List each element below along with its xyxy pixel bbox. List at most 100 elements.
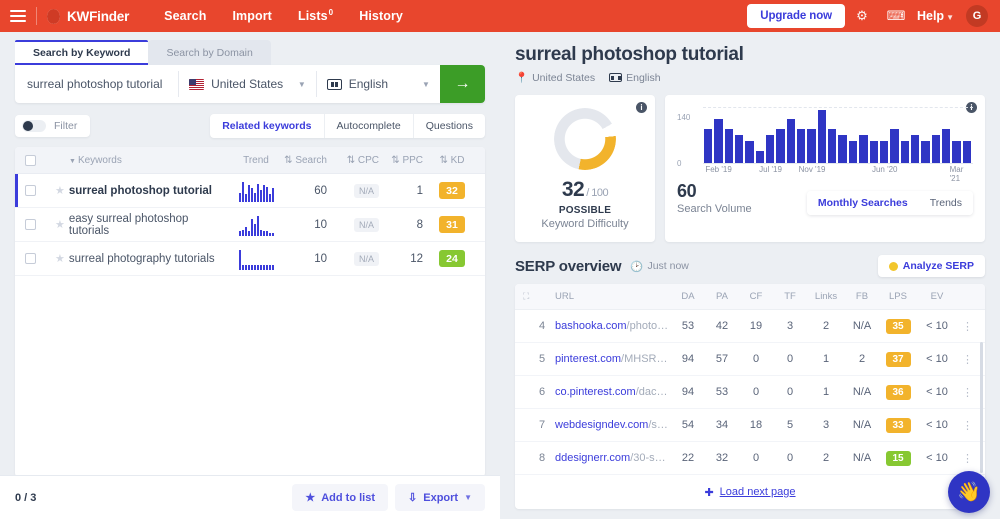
top-navbar: KWFinder Search Import Lists0 History Up… xyxy=(0,0,1000,32)
nav-item-history[interactable]: History xyxy=(346,3,416,29)
row-checkbox[interactable] xyxy=(25,219,36,230)
keywords-panel: Search by Keyword Search by Domain Unite… xyxy=(0,32,500,519)
add-to-list-button[interactable]: ★ Add to list xyxy=(292,484,389,511)
segment-questions[interactable]: Questions xyxy=(412,114,485,138)
gear-icon[interactable]: ⚙ xyxy=(845,8,879,24)
serp-url[interactable]: pinterest.com/MHSR… xyxy=(555,353,671,365)
column-kd[interactable]: ⇅ KD xyxy=(429,155,475,166)
language-select[interactable]: English ▼ xyxy=(317,65,440,103)
favorite-star-icon[interactable]: ★ xyxy=(55,184,65,197)
chart-bar xyxy=(931,135,940,163)
page-title: surreal photoshop tutorial xyxy=(515,44,744,65)
serp-fb: 2 xyxy=(858,353,866,365)
row-actions-menu-icon[interactable]: ⋮ xyxy=(957,353,979,366)
table-row[interactable]: 8 ddesignerr.com/30-s… 22 32 0 0 2 N/A 15 < 10 ⋮ xyxy=(515,442,985,475)
nav-item-lists[interactable]: Lists0 xyxy=(285,2,346,29)
search-mode-tabs: Search by Keyword Search by Domain xyxy=(0,32,500,65)
search-volume-cell: 10 xyxy=(314,218,327,231)
serp-fb: N/A xyxy=(852,320,872,332)
table-row[interactable]: ★ easy surreal photoshop tutorials 10 N/A 8 3… xyxy=(15,208,485,242)
table-row[interactable]: 6 co.pinterest.com/dac… 94 53 0 0 1 N/A 36 < 10 ⋮ xyxy=(515,376,985,409)
tab-trends[interactable]: Trends xyxy=(918,191,973,215)
avatar[interactable]: G xyxy=(966,5,988,27)
table-row[interactable]: 5 pinterest.com/MHSR… 94 57 0 0 1 2 37 < 10 ⋮ xyxy=(515,343,985,376)
filter-toggle[interactable]: Filter xyxy=(15,115,91,137)
tab-search-by-domain[interactable]: Search by Domain xyxy=(148,40,271,65)
keyword-label[interactable]: easy surreal photoshop tutorials xyxy=(65,213,231,237)
row-actions-menu-icon[interactable]: ⋮ xyxy=(957,452,979,465)
table-row[interactable]: 4 bashooka.com/photo… 53 42 19 3 2 N/A 35 < 10 ⋮ xyxy=(515,310,985,343)
cpc-cell: N/A xyxy=(335,217,383,232)
export-button[interactable]: ⇩ Export ▼ xyxy=(395,484,485,511)
row-checkbox[interactable] xyxy=(25,253,36,264)
search-volume-value: 60 xyxy=(677,181,697,201)
location-pin-icon: 📍 xyxy=(515,72,529,84)
serp-url[interactable]: ddesignerr.com/30-s… xyxy=(555,452,671,464)
nav-item-import[interactable]: Import xyxy=(219,3,285,29)
kd-cell: 32 xyxy=(429,182,475,199)
row-actions-menu-icon[interactable]: ⋮ xyxy=(957,320,979,333)
chart-bar xyxy=(838,135,847,163)
column-links: Links xyxy=(814,291,838,302)
keywords-table: ▼ Keywords Trend ⇅ Search ⇅ CPC ⇅ PPC ⇅ K… xyxy=(15,147,485,477)
favorite-star-icon[interactable]: ★ xyxy=(55,252,65,265)
info-icon[interactable]: i xyxy=(636,102,647,113)
favorite-star-icon[interactable]: ★ xyxy=(55,218,65,231)
search-submit-button[interactable]: → xyxy=(439,65,485,103)
row-actions-menu-icon[interactable]: ⋮ xyxy=(957,386,979,399)
serp-url[interactable]: co.pinterest.com/dac… xyxy=(555,386,671,398)
column-keywords[interactable]: ▼ Keywords xyxy=(53,155,231,166)
column-cpc[interactable]: ⇅ CPC xyxy=(335,155,383,166)
app-logo[interactable]: KWFinder xyxy=(47,8,130,24)
detail-language: English xyxy=(609,72,661,84)
analyze-serp-button[interactable]: Analyze SERP xyxy=(877,255,985,277)
country-select[interactable]: United States ▼ xyxy=(179,65,316,103)
serp-lps: 15 xyxy=(879,450,917,466)
x-tick-label: Mar '21 xyxy=(949,165,964,183)
serp-table-body: 4 bashooka.com/photo… 53 42 19 3 2 N/A 35 < 10 ⋮ 5 p… xyxy=(515,310,985,475)
app-title: KWFinder xyxy=(67,8,130,24)
row-select-cell xyxy=(25,185,53,196)
help-chat-button[interactable]: 👋 xyxy=(948,471,990,513)
table-row[interactable]: ★ surreal photography tutorials 10 N/A 12 24 xyxy=(15,242,485,276)
chart-bar xyxy=(735,135,744,163)
keyword-input[interactable] xyxy=(15,65,179,103)
serp-lps: 37 xyxy=(879,351,917,367)
serp-url[interactable]: webdesigndev.com/s… xyxy=(555,419,671,431)
tab-search-by-keyword[interactable]: Search by Keyword xyxy=(15,40,149,65)
expand-all-icon[interactable]: ⛶ xyxy=(523,291,539,302)
row-actions-menu-icon[interactable]: ⋮ xyxy=(957,419,979,432)
keyword-label[interactable]: surreal photoshop tutorial xyxy=(65,185,231,197)
keyword-source-segments: Related keywords Autocomplete Questions xyxy=(210,114,485,138)
keyword-label[interactable]: surreal photography tutorials xyxy=(65,253,231,265)
column-ppc[interactable]: ⇅ PPC xyxy=(383,155,429,166)
keyboard-icon[interactable]: ⌨ xyxy=(879,8,913,24)
segment-related-keywords[interactable]: Related keywords xyxy=(210,114,323,138)
nav-item-search[interactable]: Search xyxy=(151,3,219,29)
hamburger-menu-icon[interactable] xyxy=(10,10,26,22)
upgrade-now-button[interactable]: Upgrade now xyxy=(747,4,845,28)
serp-tf: 3 xyxy=(786,320,794,332)
keywords-footer: 0 / 3 ★ Add to list ⇩ Export ▼ xyxy=(0,475,500,519)
column-pa: PA xyxy=(716,291,728,302)
column-search[interactable]: ⇅ Search xyxy=(281,155,335,166)
tab-monthly-searches[interactable]: Monthly Searches xyxy=(806,191,919,215)
ppc-cell: 1 xyxy=(416,184,423,197)
select-all-checkbox[interactable] xyxy=(25,154,36,166)
load-next-page-button[interactable]: ✚ Load next page xyxy=(515,475,985,509)
serp-url[interactable]: bashooka.com/photo… xyxy=(555,320,671,332)
table-row[interactable]: 7 webdesigndev.com/s… 54 34 18 5 3 N/A 33 < 10 ⋮ xyxy=(515,409,985,442)
serp-da: 22 xyxy=(681,452,695,464)
table-row[interactable]: ★ surreal photoshop tutorial 60 N/A 1 32 xyxy=(15,174,485,208)
row-select-cell xyxy=(25,253,53,264)
segment-autocomplete[interactable]: Autocomplete xyxy=(323,114,413,138)
serp-scrollbar[interactable] xyxy=(980,342,983,473)
wave-hand-icon: 👋 xyxy=(957,482,981,503)
serp-pa: 53 xyxy=(715,386,729,398)
serp-links: 1 xyxy=(822,386,830,398)
serp-tf: 5 xyxy=(786,419,794,431)
country-select-value: United States xyxy=(211,77,284,91)
row-checkbox[interactable] xyxy=(25,185,36,196)
help-menu[interactable]: Help ▼ xyxy=(913,9,962,23)
search-volume-cell: 10 xyxy=(314,252,327,265)
